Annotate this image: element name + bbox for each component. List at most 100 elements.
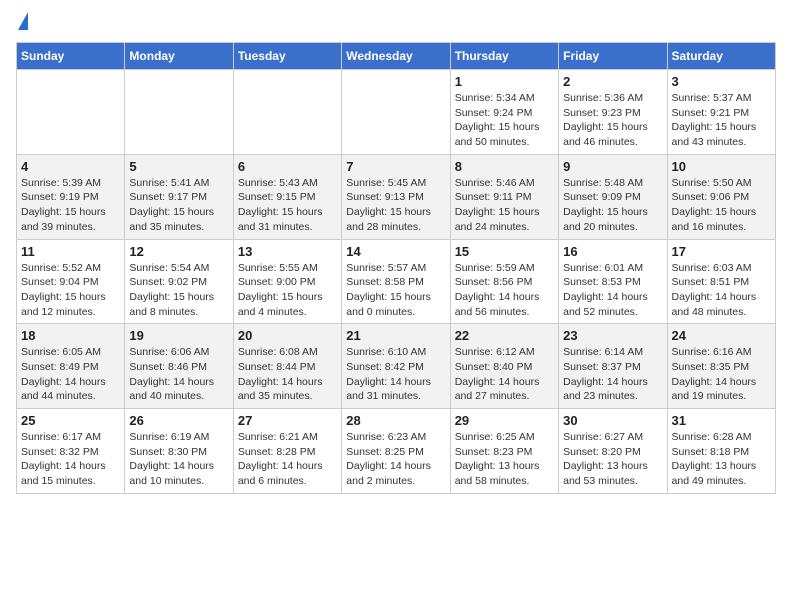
calendar-week-2: 4 Sunrise: 5:39 AM Sunset: 9:19 PM Daylig… xyxy=(17,154,776,239)
day-number: 30 xyxy=(563,413,662,428)
day-info: Sunrise: 6:06 AM Sunset: 8:46 PM Dayligh… xyxy=(129,345,228,404)
calendar-cell: 6 Sunrise: 5:43 AM Sunset: 9:15 PM Daylig… xyxy=(233,154,341,239)
calendar-week-4: 18Sunrise: 6:05 AM Sunset: 8:49 PM Dayli… xyxy=(17,324,776,409)
day-info: Sunrise: 5:45 AM Sunset: 9:13 PM Dayligh… xyxy=(346,176,445,235)
day-number: 12 xyxy=(129,244,228,259)
day-number: 16 xyxy=(563,244,662,259)
day-number: 11 xyxy=(21,244,120,259)
day-info: Sunrise: 6:27 AM Sunset: 8:20 PM Dayligh… xyxy=(563,430,662,489)
calendar-cell: 21 Sunrise: 6:10 AM Sunset: 8:42 PM Dayli… xyxy=(342,324,450,409)
day-number: 14 xyxy=(346,244,445,259)
calendar-cell: 9 Sunrise: 5:48 AM Sunset: 9:09 PM Daylig… xyxy=(559,154,667,239)
calendar-cell: 25Sunrise: 6:17 AM Sunset: 8:32 PM Dayli… xyxy=(17,409,125,494)
weekday-header-thursday: Thursday xyxy=(450,43,558,70)
calendar-cell: 3 Sunrise: 5:37 AM Sunset: 9:21 PM Daylig… xyxy=(667,70,775,155)
calendar-cell: 4 Sunrise: 5:39 AM Sunset: 9:19 PM Daylig… xyxy=(17,154,125,239)
day-number: 22 xyxy=(455,328,554,343)
calendar-cell: 5 Sunrise: 5:41 AM Sunset: 9:17 PM Daylig… xyxy=(125,154,233,239)
calendar-cell: 29Sunrise: 6:25 AM Sunset: 8:23 PM Dayli… xyxy=(450,409,558,494)
calendar-cell: 7 Sunrise: 5:45 AM Sunset: 9:13 PM Daylig… xyxy=(342,154,450,239)
calendar-cell xyxy=(233,70,341,155)
logo-triangle-icon xyxy=(18,12,28,30)
calendar-cell: 27 Sunrise: 6:21 AM Sunset: 8:28 PM Dayli… xyxy=(233,409,341,494)
day-number: 17 xyxy=(672,244,771,259)
logo xyxy=(16,16,28,30)
day-info: Sunrise: 5:36 AM Sunset: 9:23 PM Dayligh… xyxy=(563,91,662,150)
day-number: 28 xyxy=(346,413,445,428)
weekday-header-monday: Monday xyxy=(125,43,233,70)
calendar-cell: 30 Sunrise: 6:27 AM Sunset: 8:20 PM Dayli… xyxy=(559,409,667,494)
day-info: Sunrise: 5:46 AM Sunset: 9:11 PM Dayligh… xyxy=(455,176,554,235)
calendar-cell: 11 Sunrise: 5:52 AM Sunset: 9:04 PM Dayli… xyxy=(17,239,125,324)
day-number: 3 xyxy=(672,74,771,89)
calendar-cell: 23 Sunrise: 6:14 AM Sunset: 8:37 PM Dayli… xyxy=(559,324,667,409)
day-info: Sunrise: 6:03 AM Sunset: 8:51 PM Dayligh… xyxy=(672,261,771,320)
calendar-week-1: 1Sunrise: 5:34 AM Sunset: 9:24 PM Daylig… xyxy=(17,70,776,155)
day-number: 18 xyxy=(21,328,120,343)
day-number: 9 xyxy=(563,159,662,174)
day-info: Sunrise: 5:59 AM Sunset: 8:56 PM Dayligh… xyxy=(455,261,554,320)
calendar-cell: 12Sunrise: 5:54 AM Sunset: 9:02 PM Dayli… xyxy=(125,239,233,324)
calendar-cell: 1Sunrise: 5:34 AM Sunset: 9:24 PM Daylig… xyxy=(450,70,558,155)
day-number: 31 xyxy=(672,413,771,428)
calendar-cell: 16 Sunrise: 6:01 AM Sunset: 8:53 PM Dayli… xyxy=(559,239,667,324)
day-info: Sunrise: 6:21 AM Sunset: 8:28 PM Dayligh… xyxy=(238,430,337,489)
day-info: Sunrise: 5:39 AM Sunset: 9:19 PM Dayligh… xyxy=(21,176,120,235)
day-info: Sunrise: 6:14 AM Sunset: 8:37 PM Dayligh… xyxy=(563,345,662,404)
day-number: 25 xyxy=(21,413,120,428)
calendar-week-5: 25Sunrise: 6:17 AM Sunset: 8:32 PM Dayli… xyxy=(17,409,776,494)
calendar-cell: 18Sunrise: 6:05 AM Sunset: 8:49 PM Dayli… xyxy=(17,324,125,409)
calendar-cell: 19 Sunrise: 6:06 AM Sunset: 8:46 PM Dayli… xyxy=(125,324,233,409)
day-info: Sunrise: 5:48 AM Sunset: 9:09 PM Dayligh… xyxy=(563,176,662,235)
day-info: Sunrise: 5:41 AM Sunset: 9:17 PM Dayligh… xyxy=(129,176,228,235)
day-info: Sunrise: 6:23 AM Sunset: 8:25 PM Dayligh… xyxy=(346,430,445,489)
day-number: 21 xyxy=(346,328,445,343)
day-number: 26 xyxy=(129,413,228,428)
weekday-header-sunday: Sunday xyxy=(17,43,125,70)
calendar-cell xyxy=(342,70,450,155)
calendar-cell: 24 Sunrise: 6:16 AM Sunset: 8:35 PM Dayli… xyxy=(667,324,775,409)
day-number: 8 xyxy=(455,159,554,174)
day-info: Sunrise: 5:52 AM Sunset: 9:04 PM Dayligh… xyxy=(21,261,120,320)
calendar-cell: 8 Sunrise: 5:46 AM Sunset: 9:11 PM Daylig… xyxy=(450,154,558,239)
calendar-cell xyxy=(17,70,125,155)
day-number: 7 xyxy=(346,159,445,174)
day-number: 23 xyxy=(563,328,662,343)
day-info: Sunrise: 6:19 AM Sunset: 8:30 PM Dayligh… xyxy=(129,430,228,489)
day-number: 6 xyxy=(238,159,337,174)
calendar-cell: 28 Sunrise: 6:23 AM Sunset: 8:25 PM Dayli… xyxy=(342,409,450,494)
day-number: 15 xyxy=(455,244,554,259)
day-info: Sunrise: 5:55 AM Sunset: 9:00 PM Dayligh… xyxy=(238,261,337,320)
calendar-cell: 31Sunrise: 6:28 AM Sunset: 8:18 PM Dayli… xyxy=(667,409,775,494)
weekday-header-wednesday: Wednesday xyxy=(342,43,450,70)
day-number: 2 xyxy=(563,74,662,89)
calendar-header-row: SundayMondayTuesdayWednesdayThursdayFrid… xyxy=(17,43,776,70)
calendar-week-3: 11 Sunrise: 5:52 AM Sunset: 9:04 PM Dayli… xyxy=(17,239,776,324)
day-info: Sunrise: 6:12 AM Sunset: 8:40 PM Dayligh… xyxy=(455,345,554,404)
day-info: Sunrise: 6:08 AM Sunset: 8:44 PM Dayligh… xyxy=(238,345,337,404)
day-number: 19 xyxy=(129,328,228,343)
day-number: 24 xyxy=(672,328,771,343)
day-info: Sunrise: 5:37 AM Sunset: 9:21 PM Dayligh… xyxy=(672,91,771,150)
day-info: Sunrise: 6:10 AM Sunset: 8:42 PM Dayligh… xyxy=(346,345,445,404)
day-number: 27 xyxy=(238,413,337,428)
calendar-cell: 2 Sunrise: 5:36 AM Sunset: 9:23 PM Daylig… xyxy=(559,70,667,155)
day-info: Sunrise: 5:57 AM Sunset: 8:58 PM Dayligh… xyxy=(346,261,445,320)
calendar-cell: 20 Sunrise: 6:08 AM Sunset: 8:44 PM Dayli… xyxy=(233,324,341,409)
day-number: 4 xyxy=(21,159,120,174)
day-number: 13 xyxy=(238,244,337,259)
weekday-header-saturday: Saturday xyxy=(667,43,775,70)
day-number: 5 xyxy=(129,159,228,174)
day-info: Sunrise: 5:43 AM Sunset: 9:15 PM Dayligh… xyxy=(238,176,337,235)
day-number: 20 xyxy=(238,328,337,343)
day-info: Sunrise: 6:01 AM Sunset: 8:53 PM Dayligh… xyxy=(563,261,662,320)
calendar-cell: 13 Sunrise: 5:55 AM Sunset: 9:00 PM Dayli… xyxy=(233,239,341,324)
day-info: Sunrise: 5:50 AM Sunset: 9:06 PM Dayligh… xyxy=(672,176,771,235)
calendar-table: SundayMondayTuesdayWednesdayThursdayFrid… xyxy=(16,42,776,494)
calendar-cell: 17 Sunrise: 6:03 AM Sunset: 8:51 PM Dayli… xyxy=(667,239,775,324)
day-number: 29 xyxy=(455,413,554,428)
day-info: Sunrise: 6:16 AM Sunset: 8:35 PM Dayligh… xyxy=(672,345,771,404)
weekday-header-tuesday: Tuesday xyxy=(233,43,341,70)
calendar-cell: 10Sunrise: 5:50 AM Sunset: 9:06 PM Dayli… xyxy=(667,154,775,239)
weekday-header-friday: Friday xyxy=(559,43,667,70)
